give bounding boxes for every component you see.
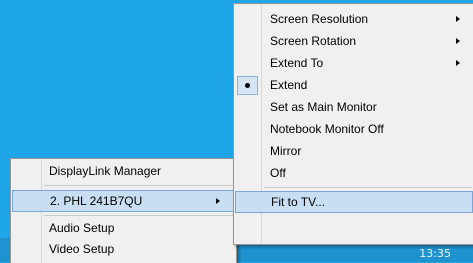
menu-item-label: 2. PHL 241B7QU <box>50 194 143 208</box>
menu-item-screen-resolution[interactable]: Screen Resolution <box>234 9 473 30</box>
menu-separator <box>44 185 234 186</box>
menu-item-label: Mirror <box>270 144 302 158</box>
taskbar-clock[interactable]: 13:35 <box>419 247 451 260</box>
menu-item-screen-rotation[interactable]: Screen Rotation <box>234 31 473 52</box>
menu-separator <box>264 187 472 188</box>
menu-item-label: DisplayLink Manager <box>49 164 162 178</box>
submenu-arrow-icon <box>456 38 460 44</box>
menu-item-label: Extend <box>270 78 308 92</box>
menu-item-off[interactable]: Off <box>234 163 473 184</box>
submenu-arrow-icon <box>216 198 220 204</box>
menu-item-label: Screen Rotation <box>270 34 357 48</box>
menu-item-label: Video Setup <box>49 242 115 256</box>
monitor-submenu: Screen Resolution Screen Rotation Extend… <box>233 3 473 245</box>
menu-item-label: Screen Resolution <box>270 12 369 26</box>
menu-item-label: Set as Main Monitor <box>270 100 377 114</box>
menu-separator <box>44 215 234 216</box>
menu-item-audio-setup[interactable]: Audio Setup <box>11 218 236 239</box>
menu-item-set-as-main-monitor[interactable]: Set as Main Monitor <box>234 97 473 118</box>
submenu-arrow-icon <box>456 16 460 22</box>
menu-item-video-setup[interactable]: Video Setup <box>11 239 236 260</box>
menu-item-label: Off <box>270 166 286 180</box>
menu-item-notebook-monitor-off[interactable]: Notebook Monitor Off <box>234 119 473 140</box>
displaylink-context-menu: DisplayLink Manager 2. PHL 241B7QU Audio… <box>10 158 237 263</box>
submenu-arrow-icon <box>456 60 460 66</box>
menu-item-label: Notebook Monitor Off <box>270 122 384 136</box>
menu-item-extend-to[interactable]: Extend To <box>234 53 473 74</box>
checkmark-background <box>237 76 258 95</box>
menu-item-label: Fit to TV... <box>271 195 326 209</box>
menu-item-extend[interactable]: Extend <box>234 75 473 96</box>
menu-item-mirror[interactable]: Mirror <box>234 141 473 162</box>
menu-item-displaylink-manager[interactable]: DisplayLink Manager <box>11 161 236 182</box>
radio-bullet-icon <box>245 83 250 88</box>
menu-item-label: Audio Setup <box>49 221 115 235</box>
menu-item-label: Extend To <box>270 56 324 70</box>
menu-item-fit-to-tv[interactable]: Fit to TV... <box>235 191 473 213</box>
menu-item-monitor-phl-241b7qu[interactable]: 2. PHL 241B7QU <box>12 190 235 212</box>
